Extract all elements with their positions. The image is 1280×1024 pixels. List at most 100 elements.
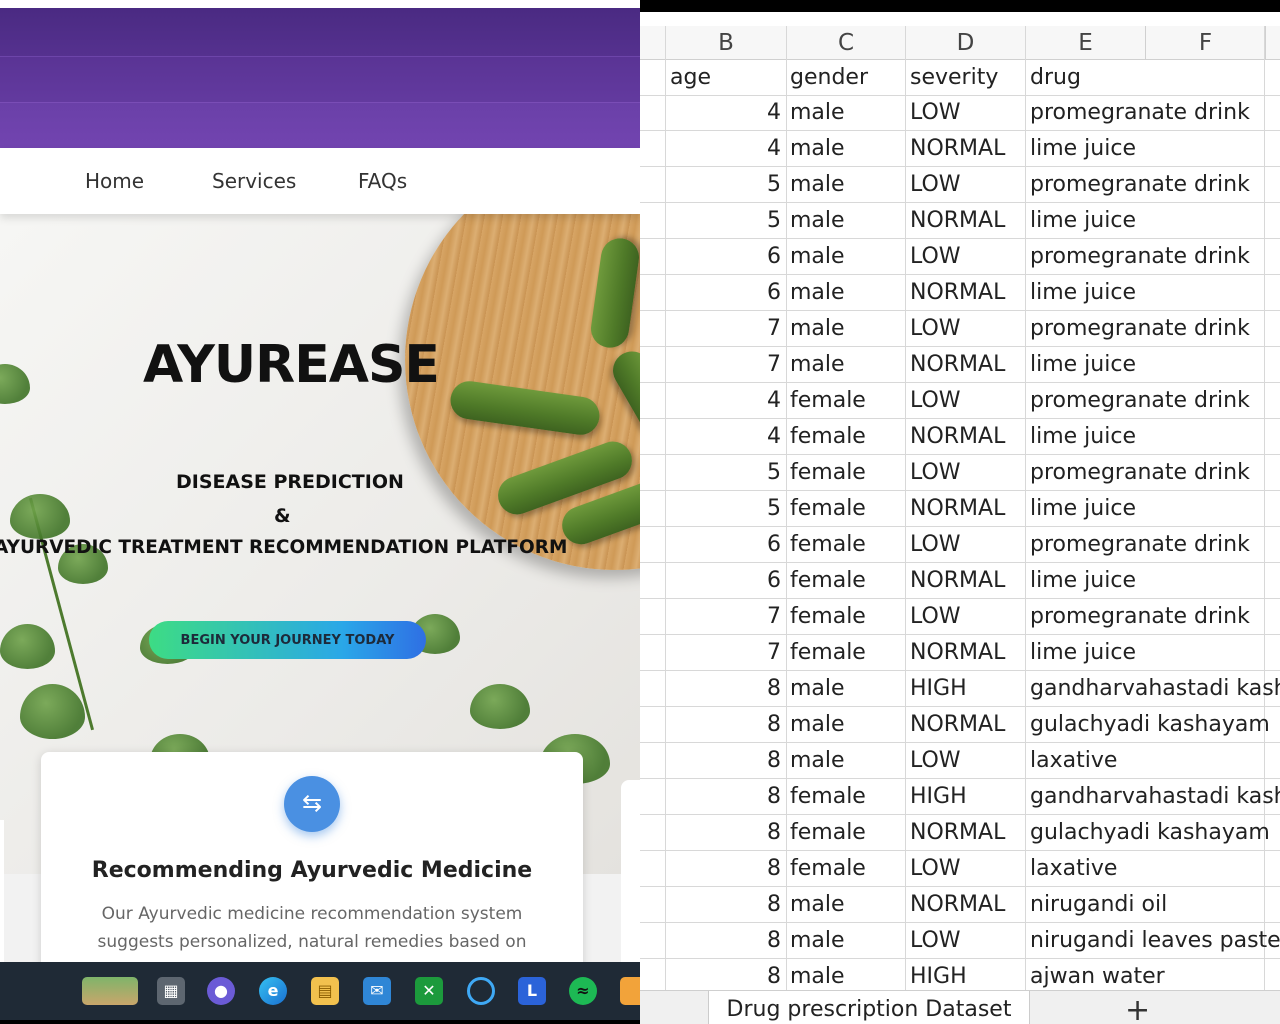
cell-drug[interactable]: lime juice [1030,491,1136,527]
cell-gender[interactable]: male [790,671,845,707]
column-header-g[interactable] [1265,26,1280,60]
cell-drug[interactable]: gulachyadi kashayam [1030,815,1270,851]
cortana-icon[interactable] [467,977,495,1005]
cell-severity[interactable]: LOW [910,95,961,131]
cell-age[interactable]: 5 [767,455,781,491]
cell-age[interactable]: 8 [767,815,781,851]
column-header-c[interactable]: C [786,26,905,60]
cell-severity[interactable]: LOW [910,527,961,563]
nav-services-link[interactable]: Services [212,169,296,193]
cell-severity[interactable]: NORMAL [910,275,1005,311]
cell-gender[interactable]: female [790,563,866,599]
cell-drug[interactable]: promegranate drink [1030,95,1250,131]
cell-age[interactable]: 5 [767,167,781,203]
cell-age[interactable]: 7 [767,311,781,347]
cell-gender[interactable]: male [790,707,845,743]
begin-journey-button[interactable]: BEGIN YOUR JOURNEY TODAY [149,621,426,659]
cell-severity[interactable]: NORMAL [910,419,1005,455]
edge-icon[interactable]: e [259,977,287,1005]
cell-severity[interactable]: NORMAL [910,887,1005,923]
cell-gender[interactable]: male [790,131,845,167]
cell-drug[interactable]: nirugandi oil [1030,887,1167,923]
column-header-e[interactable]: E [1025,26,1145,60]
cell-severity[interactable]: HIGH [910,671,967,707]
add-sheet-button[interactable]: + [1125,993,1150,1024]
cell-age[interactable]: 6 [767,239,781,275]
cell-gender[interactable]: male [790,743,845,779]
cell-drug[interactable]: gulachyadi kashayam [1030,707,1270,743]
mail-icon[interactable]: ✉ [363,977,391,1005]
cell-drug[interactable]: gandharvahastadi kasha [1030,779,1280,815]
cell-severity[interactable]: NORMAL [910,131,1005,167]
cell-age[interactable]: 5 [767,491,781,527]
column-header-f[interactable]: F [1145,26,1265,60]
cell-gender[interactable]: male [790,311,845,347]
cell-severity[interactable]: LOW [910,743,961,779]
cell-drug[interactable]: nirugandi leaves paste [1030,923,1280,959]
cell-severity[interactable]: NORMAL [910,815,1005,851]
cell-drug[interactable]: lime juice [1030,635,1136,671]
cell-header-severity[interactable]: severity [910,60,998,96]
cell-drug[interactable]: gandharvahastadi kasha [1030,671,1280,707]
cell-gender[interactable]: male [790,887,845,923]
cell-age[interactable]: 8 [767,851,781,887]
cell-severity[interactable]: LOW [910,383,961,419]
cell-gender[interactable]: female [790,383,866,419]
cell-age[interactable]: 7 [767,347,781,383]
cell-drug[interactable]: promegranate drink [1030,239,1250,275]
cell-age[interactable]: 8 [767,743,781,779]
cell-gender[interactable]: male [790,95,845,131]
cell-severity[interactable]: NORMAL [910,347,1005,383]
cell-age[interactable]: 8 [767,707,781,743]
cell-gender[interactable]: male [790,275,845,311]
cell-drug[interactable]: lime juice [1030,275,1136,311]
landscape-thumbnail-icon[interactable] [82,977,138,1005]
cell-age[interactable]: 4 [767,131,781,167]
cell-age[interactable]: 4 [767,95,781,131]
cell-drug[interactable]: laxative [1030,743,1117,779]
cell-age[interactable]: 7 [767,635,781,671]
file-explorer-icon[interactable]: ▤ [311,977,339,1005]
cell-severity[interactable]: LOW [910,239,961,275]
cell-age[interactable]: 7 [767,599,781,635]
nav-faqs-link[interactable]: FAQs [358,169,407,193]
task-view-icon[interactable]: ▦ [157,977,185,1005]
cell-drug[interactable]: lime juice [1030,563,1136,599]
cell-gender[interactable]: male [790,923,845,959]
teams-chat-icon[interactable]: ● [207,977,235,1005]
cell-severity[interactable]: LOW [910,311,961,347]
nav-home-link[interactable]: Home [85,169,144,193]
cell-severity[interactable]: NORMAL [910,491,1005,527]
cell-severity[interactable]: LOW [910,167,961,203]
cell-age[interactable]: 8 [767,923,781,959]
app-icon[interactable] [620,977,640,1005]
cell-drug[interactable]: promegranate drink [1030,455,1250,491]
cell-gender[interactable]: female [790,455,866,491]
cell-gender[interactable]: female [790,527,866,563]
cell-age[interactable]: 5 [767,203,781,239]
cell-gender[interactable]: female [790,851,866,887]
cell-drug[interactable]: promegranate drink [1030,599,1250,635]
cell-drug[interactable]: promegranate drink [1030,311,1250,347]
cell-age[interactable]: 6 [767,527,781,563]
cell-severity[interactable]: LOW [910,923,961,959]
cell-gender[interactable]: male [790,239,845,275]
cell-gender[interactable]: male [790,167,845,203]
cell-severity[interactable]: NORMAL [910,563,1005,599]
cell-drug[interactable]: promegranate drink [1030,167,1250,203]
cell-gender[interactable]: female [790,779,866,815]
cell-gender[interactable]: female [790,635,866,671]
cell-severity[interactable]: NORMAL [910,203,1005,239]
column-header-d[interactable]: D [905,26,1025,60]
cell-drug[interactable]: lime juice [1030,131,1136,167]
cell-drug[interactable]: lime juice [1030,203,1136,239]
sheet-tab-drug-prescription[interactable]: Drug prescription Dataset [708,991,1030,1024]
cell-gender[interactable]: female [790,491,866,527]
cell-severity[interactable]: NORMAL [910,707,1005,743]
column-header-b[interactable]: B [665,26,786,60]
cell-age[interactable]: 4 [767,419,781,455]
cell-drug[interactable]: lime juice [1030,419,1136,455]
cell-severity[interactable]: NORMAL [910,635,1005,671]
cell-age[interactable]: 8 [767,779,781,815]
cell-gender[interactable]: male [790,203,845,239]
